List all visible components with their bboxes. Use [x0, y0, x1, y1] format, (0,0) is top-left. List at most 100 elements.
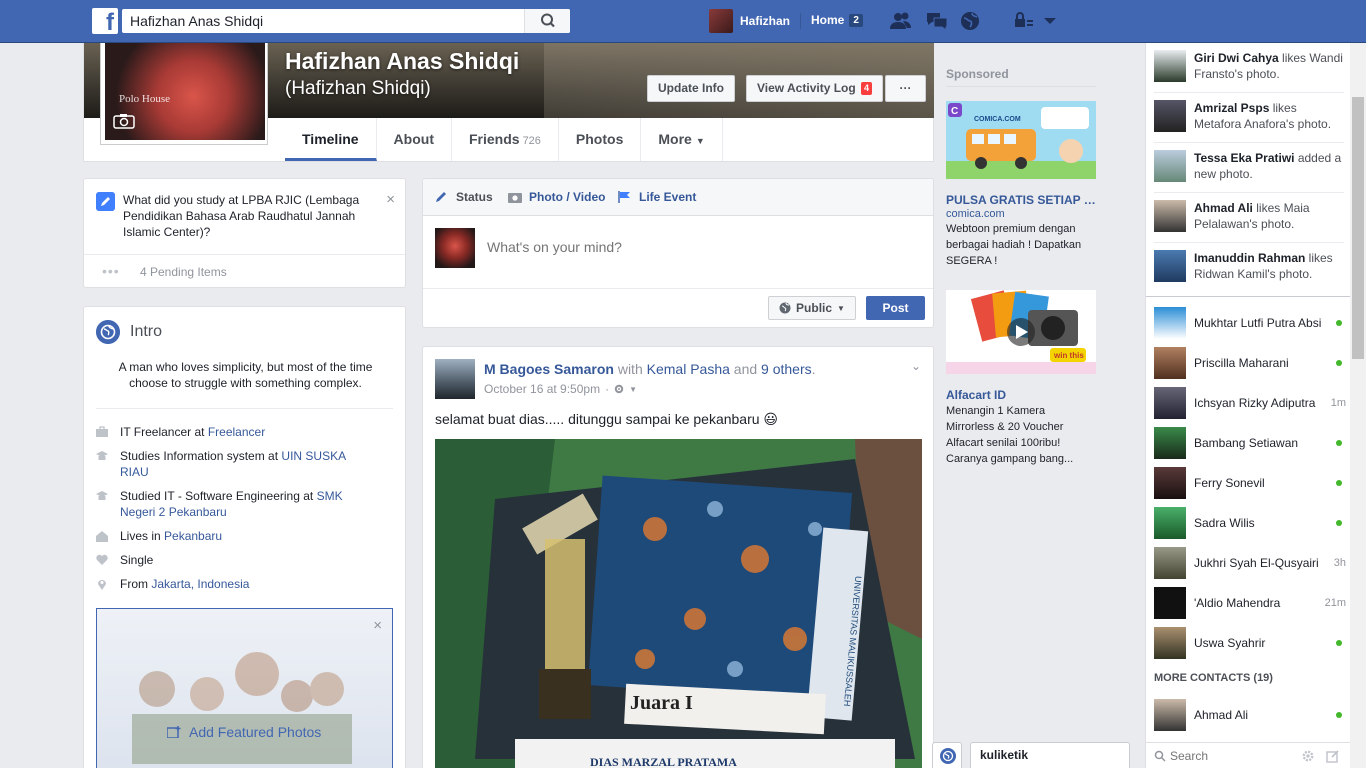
profile-link[interactable]: Hafizhan — [709, 9, 790, 33]
tagged-others-link[interactable]: 9 others — [761, 361, 812, 377]
friends-count: 726 — [522, 135, 541, 147]
more-options-button[interactable]: ··· — [885, 75, 926, 102]
gear-icon[interactable] — [614, 384, 624, 394]
ticker-item[interactable]: Tessa Eka Pratiwi added a new photo. — [1154, 143, 1344, 193]
intro-card: Intro A man who loves simplicity, but mo… — [83, 306, 406, 768]
close-icon[interactable]: × — [373, 617, 382, 634]
tab-photos[interactable]: Photos — [559, 118, 642, 161]
add-featured-photos-button[interactable]: Add Featured Photos — [167, 724, 321, 740]
online-status-icon — [1336, 360, 1342, 366]
ad-image-alfacart[interactable]: win this — [946, 290, 1096, 374]
last-active-time: 21m — [1324, 597, 1346, 609]
ticker-item[interactable]: Imanuddin Rahman likes Ridwan Kamil's ph… — [1154, 243, 1344, 293]
scrollbar-thumb[interactable] — [1352, 97, 1364, 359]
current-city-link[interactable]: Pekanbaru — [164, 529, 222, 543]
avatar[interactable] — [435, 359, 475, 399]
ad-image-comica[interactable]: C COMICA.COM — [946, 101, 1096, 179]
intro-lives-text: Lives in — [120, 529, 165, 543]
chat-tab[interactable]: kuliketik — [970, 742, 1130, 768]
contact-name: Uswa Syahrir — [1194, 636, 1266, 650]
add-featured-photos-label: Add Featured Photos — [189, 724, 322, 740]
chat-dock-globe-button[interactable] — [932, 742, 962, 768]
profile-picture[interactable]: Polo House — [105, 43, 265, 140]
avatar — [1154, 467, 1186, 499]
contact-item[interactable]: Ahmad Ali — [1154, 695, 1346, 735]
relationship-status: Single — [120, 553, 154, 567]
ad-title-link[interactable]: Alfacart ID — [946, 388, 1096, 402]
contact-item[interactable]: Ferry Sonevil — [1154, 463, 1346, 503]
post-button[interactable]: Post — [866, 296, 925, 320]
contact-item[interactable]: Mukhtar Lutfi Putra Absi — [1154, 303, 1346, 343]
ticker-item[interactable]: Ahmad Ali likes Maia Pelalawan's photo. — [1154, 193, 1344, 243]
status-input[interactable] — [487, 237, 907, 257]
contact-item[interactable]: Priscilla Maharani — [1154, 343, 1346, 383]
avatar — [1154, 547, 1186, 579]
pencil-icon — [96, 192, 115, 211]
contact-item[interactable]: Jukhri Syah El-Qusyairi 3h — [1154, 543, 1346, 583]
chat-sidebar: Giri Dwi Cahya likes Wandi Fransto's pho… — [1145, 43, 1350, 768]
facebook-logo-icon[interactable]: f — [92, 8, 118, 34]
account-menu-chevron-down-icon[interactable] — [1038, 10, 1062, 32]
tab-about[interactable]: About — [377, 118, 452, 161]
camera-icon — [508, 193, 522, 203]
ticker-item[interactable]: Amrizal Psps likes Metafora Anafora's ph… — [1154, 93, 1344, 143]
privacy-lock-icon[interactable] — [1012, 10, 1036, 32]
avatar — [435, 228, 475, 268]
search-input[interactable] — [122, 9, 524, 33]
compose-message-icon[interactable] — [1326, 749, 1340, 763]
caret-down-icon[interactable]: ▼ — [629, 385, 637, 394]
notifications-globe-icon[interactable] — [958, 10, 982, 32]
home-label: Home — [811, 13, 845, 27]
tab-timeline[interactable]: Timeline — [285, 118, 377, 161]
pending-items-link[interactable]: 4 Pending Items — [140, 265, 227, 279]
post-photo[interactable]: UNIVERSITAS MALIKUSSALEH Juara I DIAS MA… — [435, 439, 922, 768]
contact-item[interactable]: Sadra Wilis — [1154, 503, 1346, 543]
tab-life-label: Life Event — [639, 190, 697, 204]
ad-domain-link[interactable]: comica.com — [946, 208, 1005, 220]
add-photo-icon — [167, 726, 181, 738]
featured-photos-box[interactable]: × Add Featured Photos — [96, 608, 393, 768]
avatar — [1154, 699, 1186, 731]
contact-item[interactable]: Uswa Syahrir — [1154, 623, 1346, 663]
post-timestamp-link[interactable]: October 16 at 9:50pm — [484, 382, 600, 396]
contact-item[interactable]: 'Aldio Mahendra 21m — [1154, 583, 1346, 623]
ad-title-link[interactable]: PULSA GRATIS SETIAP H... — [946, 193, 1096, 207]
ticker-name: Amrizal Psps — [1194, 101, 1270, 115]
intro-bio: A man who loves simplicity, but most of … — [118, 360, 373, 390]
ad-body: Webtoon premium dengan berbagai hadiah !… — [946, 223, 1082, 267]
post-author-link[interactable]: M Bagoes Samaron — [484, 361, 614, 377]
messages-icon[interactable] — [925, 10, 949, 32]
tab-more[interactable]: More ▼ — [641, 118, 723, 161]
last-active-time: 3h — [1333, 557, 1346, 569]
profile-name[interactable]: Hafizhan Anas Shidqi — [285, 48, 519, 75]
scrollbar[interactable] — [1350, 43, 1366, 768]
study-question-link[interactable]: What did you study at LPBA RJIC (Lembaga… — [123, 192, 373, 240]
friend-requests-icon[interactable] — [889, 10, 913, 32]
profile-picture-frame: Polo House — [100, 43, 268, 145]
view-activity-log-button[interactable]: View Activity Log 4 — [746, 75, 884, 102]
country-link[interactable]: , Indonesia — [191, 577, 250, 591]
avatar — [1154, 587, 1186, 619]
search-icon — [1154, 750, 1166, 762]
work-link[interactable]: Freelancer — [208, 425, 265, 439]
close-icon[interactable]: × — [386, 191, 395, 208]
chat-search-input[interactable] — [1170, 747, 1290, 765]
contact-item[interactable]: Bambang Setiawan — [1154, 423, 1346, 463]
caret-down-icon: ▼ — [695, 136, 705, 146]
tab-photo-video[interactable]: Photo / Video — [508, 190, 605, 204]
gear-icon[interactable] — [1301, 749, 1315, 763]
home-link[interactable]: Home 2 — [811, 13, 863, 27]
contact-item[interactable]: Ichsyan Rizky Adiputra 1m — [1154, 383, 1346, 423]
update-info-button[interactable]: Update Info — [647, 75, 735, 102]
camera-icon[interactable] — [113, 113, 135, 129]
chat-search-bar — [1145, 742, 1350, 768]
tab-status[interactable]: Status — [435, 190, 493, 204]
hometown-link[interactable]: Jakarta — [151, 577, 190, 591]
tagged-friend-link[interactable]: Kemal Pasha — [647, 361, 730, 377]
ticker-item[interactable]: Giri Dwi Cahya likes Wandi Fransto's pho… — [1154, 43, 1344, 93]
audience-selector[interactable]: Public ▼ — [768, 296, 856, 320]
tab-life-event[interactable]: Life Event — [618, 190, 696, 204]
search-button[interactable] — [524, 9, 570, 33]
tab-friends[interactable]: Friends 726 — [452, 118, 559, 161]
post-options-chevron-down-icon[interactable]: ⌄ — [911, 359, 921, 373]
